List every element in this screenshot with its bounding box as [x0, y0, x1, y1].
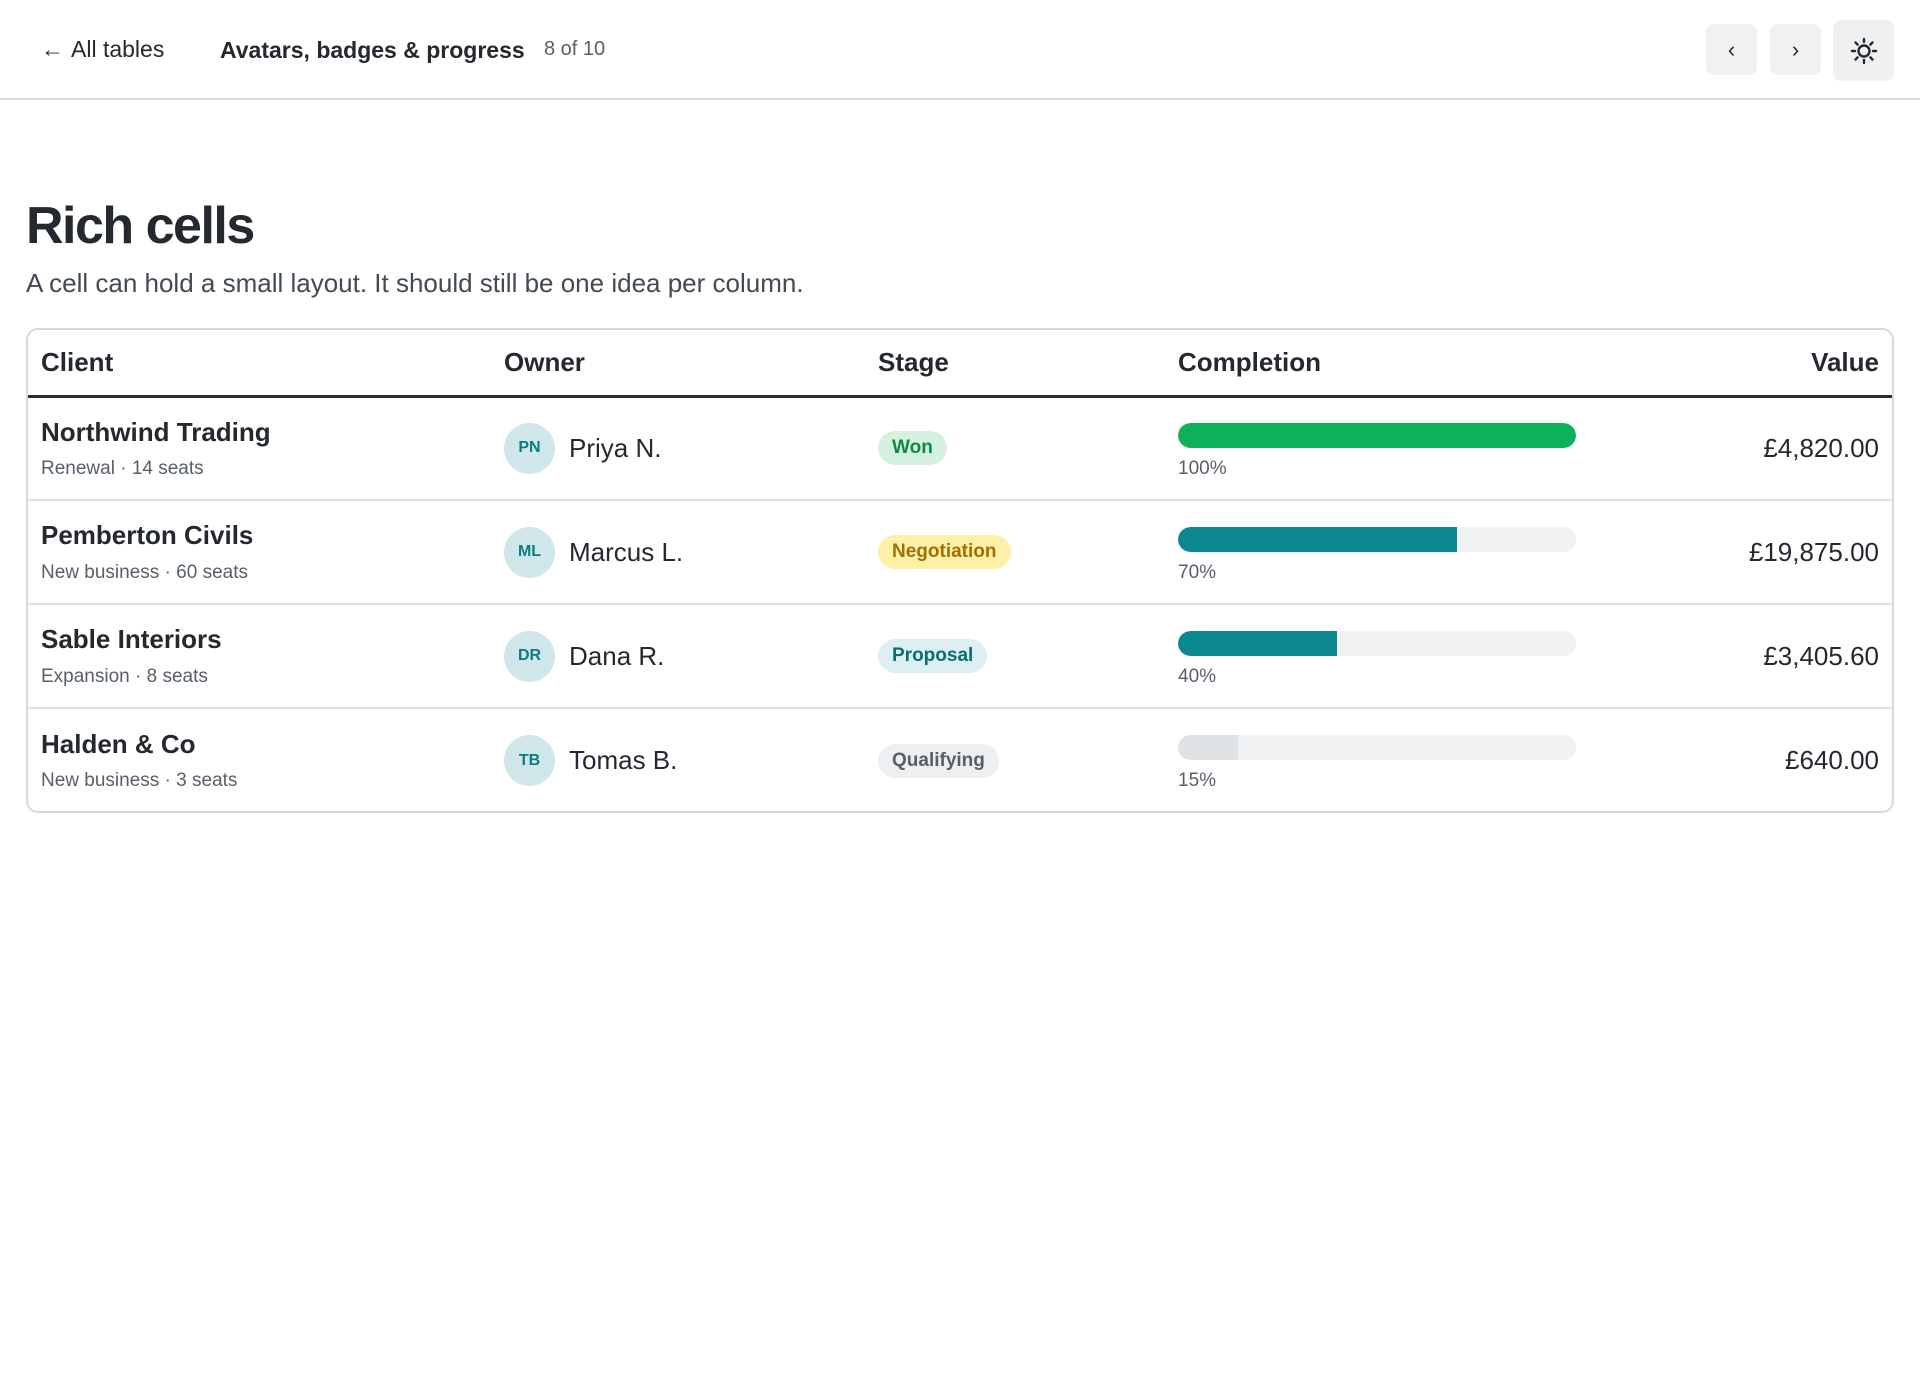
progress-bar-fill: [1178, 422, 1576, 448]
arrow-left-icon: ←: [41, 36, 64, 62]
client-cell: Halden & Co New business · 3 seats: [28, 707, 491, 811]
sun-icon: [1850, 37, 1877, 64]
column-header-stage[interactable]: Stage: [865, 330, 1165, 398]
client-cell: Northwind Trading Renewal · 14 seats: [28, 396, 491, 500]
completion-cell: 15%: [1165, 707, 1665, 811]
stage-badge: Proposal: [878, 639, 988, 673]
section-title: Avatars, badges & progress: [220, 37, 525, 63]
stage-badge: Negotiation: [878, 535, 1011, 569]
avatar: TB: [504, 735, 555, 786]
completion-cell: 40%: [1165, 603, 1665, 708]
progress-bar: [1178, 526, 1576, 552]
page-position: 8 of 10: [544, 38, 606, 60]
table-row[interactable]: Sable Interiors Expansion · 8 seats DR D…: [28, 603, 1892, 708]
owner-name: Dana R.: [569, 640, 665, 671]
value-cell: £3,405.60: [1665, 603, 1892, 708]
owner-name: Priya N.: [569, 432, 662, 463]
progress-bar-fill: [1178, 735, 1238, 760]
progress-bar-fill: [1178, 526, 1457, 552]
top-bar: ← All tables Avatars, badges & progress …: [0, 0, 1920, 100]
client-meta: Expansion · 8 seats: [41, 665, 208, 687]
stage-cell: Won: [865, 396, 1165, 500]
client-cell: Pemberton Civils New business · 60 seats: [28, 499, 491, 604]
avatar: DR: [504, 630, 555, 682]
client-cell: Sable Interiors Expansion · 8 seats: [28, 603, 491, 708]
stage-cell: Proposal: [865, 603, 1165, 708]
client-name: Sable Interiors: [41, 624, 222, 655]
column-header-owner[interactable]: Owner: [491, 330, 865, 398]
client-name: Halden & Co: [41, 728, 196, 759]
owner-cell: TB Tomas B.: [491, 707, 865, 811]
back-link-label: All tables: [71, 36, 165, 62]
owner-cell: DR Dana R.: [491, 603, 865, 708]
next-button[interactable]: ›: [1770, 24, 1821, 75]
progress-bar: [1178, 630, 1576, 656]
stage-cell: Qualifying: [865, 707, 1165, 811]
progress-bar-fill: [1178, 630, 1338, 656]
stage-badge: Qualifying: [878, 743, 999, 778]
chevron-left-icon: ‹: [1727, 36, 1736, 62]
page-title: Rich cells: [26, 197, 255, 255]
completion-cell: 70%: [1165, 499, 1665, 604]
progress-label: 15%: [1178, 770, 1217, 791]
progress-bar: [1178, 422, 1576, 448]
progress-label: 40%: [1178, 665, 1217, 687]
rich-cells-table: Client Owner Stage Completion Value Nort…: [26, 328, 1894, 813]
table-row[interactable]: Northwind Trading Renewal · 14 seats PN …: [28, 396, 1892, 500]
avatar: ML: [504, 526, 555, 578]
page-subtitle: A cell can hold a small layout. It shoul…: [26, 268, 804, 298]
client-name: Northwind Trading: [41, 416, 271, 447]
column-header-completion[interactable]: Completion: [1165, 330, 1665, 398]
client-meta: New business · 60 seats: [41, 561, 248, 583]
column-header-value[interactable]: Value: [1665, 330, 1892, 398]
stage-badge: Won: [878, 431, 947, 466]
table-row[interactable]: Halden & Co New business · 3 seats TB To…: [28, 707, 1892, 811]
owner-name: Marcus L.: [569, 536, 684, 567]
progress-bar: [1178, 735, 1576, 760]
owner-name: Tomas B.: [569, 745, 678, 775]
value-cell: £640.00: [1665, 707, 1892, 811]
value-cell: £19,875.00: [1665, 499, 1892, 604]
table-row[interactable]: Pemberton Civils New business · 60 seats…: [28, 499, 1892, 604]
avatar: PN: [504, 422, 555, 474]
stage-cell: Negotiation: [865, 499, 1165, 604]
owner-cell: ML Marcus L.: [491, 499, 865, 604]
table-header-row: Client Owner Stage Completion Value: [28, 330, 1892, 398]
column-header-client[interactable]: Client: [28, 330, 491, 398]
value-cell: £4,820.00: [1763, 432, 1879, 463]
progress-label: 70%: [1178, 561, 1217, 583]
client-meta: Renewal · 14 seats: [41, 457, 204, 479]
client-name: Pemberton Civils: [41, 520, 254, 551]
completion-cell: 100%: [1165, 396, 1665, 500]
progress-label: 100%: [1178, 457, 1227, 479]
previous-button[interactable]: ‹: [1706, 24, 1757, 75]
client-meta: New business · 3 seats: [41, 770, 238, 792]
back-to-all-tables-link[interactable]: ← All tables: [41, 36, 164, 63]
owner-cell: PN Priya N.: [491, 396, 865, 500]
chevron-right-icon: ›: [1791, 36, 1800, 62]
theme-toggle-button[interactable]: [1833, 20, 1894, 81]
